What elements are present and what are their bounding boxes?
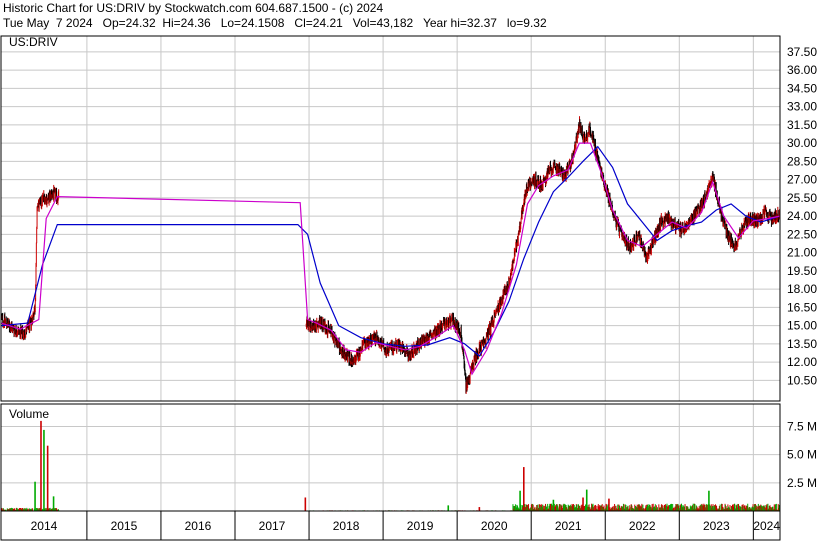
- price-tick-label: 19.50: [787, 264, 817, 278]
- year-tick-label: 2016: [185, 519, 212, 533]
- price-tick-label: 33.00: [787, 100, 817, 114]
- symbol-legend: US:DRIV: [9, 35, 58, 49]
- year-tick-label: 2014: [31, 519, 58, 533]
- price-tick-label: 24.00: [787, 209, 817, 223]
- price-tick-label: 12.00: [787, 355, 817, 369]
- price-tick-label: 13.50: [787, 337, 817, 351]
- volume-axis-labels: 7.5 M 5.0 M 2.5 M: [787, 420, 817, 490]
- price-bars: [0, 116, 781, 394]
- price-tick-label: 31.50: [787, 118, 817, 132]
- year-tick-label: 2023: [703, 519, 730, 533]
- grid-layer: [1, 36, 780, 511]
- volume-legend: Volume: [9, 407, 49, 421]
- year-tick-label: 2021: [555, 519, 582, 533]
- moving-average-long-line: [0, 145, 781, 357]
- chart-frame: [0, 35, 781, 541]
- volume-tick-label: 2.5 M: [787, 476, 817, 490]
- year-tick-label: 2024: [753, 519, 780, 533]
- price-tick-label: 28.50: [787, 154, 817, 168]
- year-tick-label: 2022: [629, 519, 656, 533]
- price-tick-label: 22.50: [787, 227, 817, 241]
- year-axis-labels: 2014 2015 2016 2017 2018 2019 2020 2021 2022 2023…: [31, 511, 780, 540]
- year-tick-label: 2018: [333, 519, 360, 533]
- volume-bars: [0, 420, 781, 511]
- price-tick-label: 16.50: [787, 300, 817, 314]
- volume-tick-label: 5.0 M: [787, 448, 817, 462]
- year-tick-label: 2015: [111, 519, 138, 533]
- price-axis-labels: 37.50 36.00 34.50 33.00 31.50 30.00 28.50 27.00…: [787, 45, 817, 388]
- volume-tick-label: 7.5 M: [787, 420, 817, 434]
- price-tick-label: 15.00: [787, 319, 817, 333]
- moving-average-short-line: [0, 142, 781, 376]
- year-tick-label: 2019: [407, 519, 434, 533]
- stock-chart: 37.50 36.00 34.50 33.00 31.50 30.00 28.50 27.00…: [0, 35, 817, 541]
- panel-border: [0, 403, 781, 512]
- year-tick-label: 2017: [259, 519, 286, 533]
- year-tick-label: 2020: [481, 519, 508, 533]
- price-tick-label: 34.50: [787, 81, 817, 95]
- price-tick-label: 18.00: [787, 282, 817, 296]
- price-tick-label: 30.00: [787, 136, 817, 150]
- price-tick-label: 27.00: [787, 173, 817, 187]
- price-tick-label: 21.00: [787, 246, 817, 260]
- price-tick-label: 37.50: [787, 45, 817, 59]
- price-tick-label: 10.50: [787, 373, 817, 387]
- price-tick-label: 36.00: [787, 63, 817, 77]
- price-tick-label: 25.50: [787, 191, 817, 205]
- chart-root: Historic Chart for US:DRIV by Stockwatch…: [0, 0, 830, 543]
